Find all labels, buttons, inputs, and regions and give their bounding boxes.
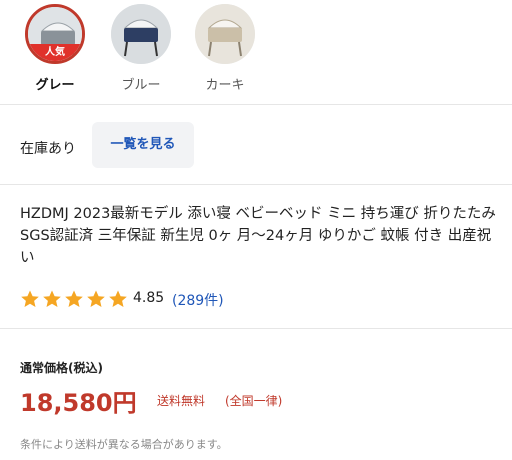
variant-khaki-label: カーキ bbox=[205, 78, 245, 93]
divider bbox=[0, 328, 512, 329]
review-count-link[interactable]: (289件) bbox=[172, 290, 224, 310]
variant-blue[interactable]: ブルー bbox=[106, 4, 176, 96]
rating-value: 4.85 bbox=[133, 290, 165, 306]
crib-khaki-image bbox=[195, 4, 255, 64]
popular-badge: 人気 bbox=[28, 44, 82, 61]
variant-gray[interactable]: 人気 グレー bbox=[20, 4, 90, 96]
crib-blue-image bbox=[111, 4, 171, 64]
color-variant-selector: 人気 グレー ブルー カーキ bbox=[0, 0, 512, 104]
shipping-condition-note: 条件により送料が異なる場合があります。 bbox=[20, 438, 228, 451]
variant-gray-thumbnail: 人気 bbox=[25, 4, 85, 64]
variant-khaki[interactable]: カーキ bbox=[190, 4, 260, 96]
shipping-note: (全国一律) bbox=[225, 394, 283, 408]
variant-gray-label: グレー bbox=[35, 78, 75, 93]
variant-blue-thumbnail bbox=[111, 4, 171, 64]
product-title: HZDMJ 2023最新モデル 添い寝 ベビーベッド ミニ 持ち運び 折りたたみ… bbox=[20, 206, 496, 266]
variant-blue-label: ブルー bbox=[121, 78, 161, 93]
price-amount: 18,580円 bbox=[20, 389, 137, 417]
divider bbox=[0, 104, 512, 105]
variant-khaki-thumbnail bbox=[195, 4, 255, 64]
price-label: 通常価格(税込) bbox=[20, 361, 103, 375]
stock-status: 在庫あり bbox=[20, 141, 76, 157]
star-rating-icon bbox=[21, 290, 127, 307]
free-shipping-label: 送料無料 bbox=[157, 394, 206, 408]
see-all-button[interactable]: 一覧を見る bbox=[92, 122, 194, 168]
divider bbox=[0, 184, 512, 185]
